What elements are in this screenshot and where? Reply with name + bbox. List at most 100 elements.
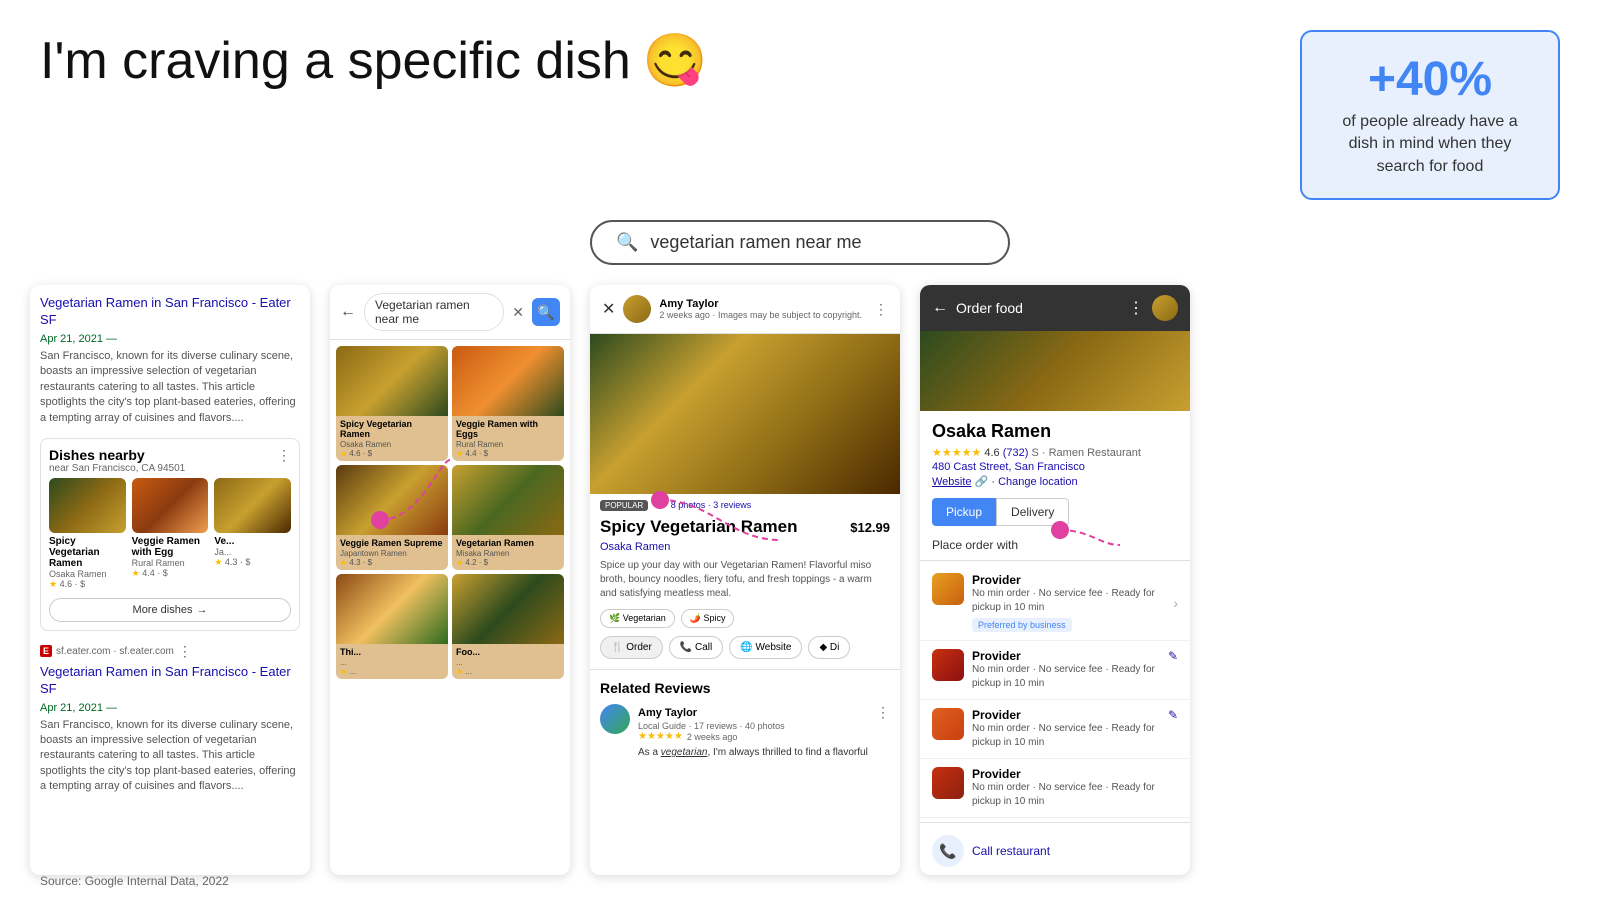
image-2 bbox=[452, 346, 564, 416]
dishes-location: near San Francisco, CA 94501 bbox=[49, 463, 185, 474]
clear-search-icon[interactable]: ✕ bbox=[512, 304, 524, 321]
provider-name-3: Provider bbox=[972, 708, 1160, 722]
dish-card-3[interactable]: Ve... Ja... ★ 4.3 · $ bbox=[214, 478, 291, 590]
eater-menu-icon[interactable]: ⋮ bbox=[178, 643, 192, 660]
article-1-date: Apr 21, 2021 — bbox=[40, 333, 300, 345]
website-button[interactable]: 🌐 Website bbox=[729, 636, 802, 659]
dish-name-1: Spicy Vegetarian Ramen bbox=[49, 536, 126, 569]
img-sub-1: Osaka Ramen bbox=[336, 440, 448, 449]
article-2-date: Apr 21, 2021 — bbox=[40, 702, 300, 714]
reviewer-avatar bbox=[600, 704, 630, 734]
search-query-text: vegetarian ramen near me bbox=[650, 232, 861, 253]
search-button-blue[interactable]: 🔍 bbox=[532, 298, 560, 326]
poster-name: Amy Taylor bbox=[659, 298, 866, 310]
panel-3-header: ✕ Amy Taylor 2 weeks ago · Images may be… bbox=[590, 285, 900, 334]
search-bar[interactable]: 🔍 vegetarian ramen near me bbox=[590, 220, 1010, 265]
img-sub-6: ... bbox=[452, 658, 564, 667]
dishes-menu-icon[interactable]: ⋮ bbox=[277, 447, 291, 464]
user-avatar-order bbox=[1152, 295, 1178, 321]
restaurant-info-section: Osaka Ramen ★★★★★ 4.6 (732) S · Ramen Re… bbox=[920, 411, 1190, 498]
provider-name-1: Provider bbox=[972, 573, 1165, 587]
title-text: I'm craving a specific dish bbox=[40, 31, 631, 91]
provider-details-2: No min order · No service fee · Ready fo… bbox=[972, 663, 1160, 691]
more-dishes-arrow-icon: → bbox=[196, 604, 207, 616]
reviewer-text: As a vegetarian, I'm always thrilled to … bbox=[638, 746, 890, 760]
change-location-link[interactable]: Change location bbox=[998, 476, 1078, 488]
restaurant-address[interactable]: 480 Cast Street, San Francisco bbox=[932, 461, 1178, 473]
dish-restaurant-1: Osaka Ramen bbox=[49, 569, 126, 579]
related-reviews-title: Related Reviews bbox=[600, 680, 890, 696]
provider-edit-icon-3[interactable]: ✎ bbox=[1168, 708, 1178, 722]
restaurant-hero-image bbox=[920, 331, 1190, 411]
call-restaurant-row[interactable]: 📞 Call restaurant bbox=[920, 827, 1190, 875]
tag-spicy[interactable]: 🌶️ Spicy bbox=[681, 609, 735, 628]
img-label-1: Spicy Vegetarian Ramen bbox=[336, 416, 448, 440]
article-1-title[interactable]: Vegetarian Ramen in San Francisco - Eate… bbox=[40, 295, 300, 329]
order-menu-icon[interactable]: ⋮ bbox=[1128, 298, 1144, 318]
image-card-3[interactable]: Veggie Ramen Supreme Japantown Ramen ★ 4… bbox=[336, 465, 448, 570]
pickup-tab[interactable]: Pickup bbox=[932, 498, 996, 526]
provider-logo-1 bbox=[932, 573, 964, 605]
order-button[interactable]: 🍴 Order bbox=[600, 636, 663, 659]
dish-description: Spice up your day with our Vegetarian Ra… bbox=[590, 559, 900, 609]
img-rating-1: ★ 4.6 · $ bbox=[336, 449, 448, 461]
order-panel-title: Order food bbox=[956, 300, 1120, 316]
img-label-6: Foo... bbox=[452, 644, 564, 658]
image-1 bbox=[336, 346, 448, 416]
panel-image-search: ← Vegetarian ramen near me ✕ 🔍 Spicy Veg… bbox=[330, 285, 570, 875]
rating-count[interactable]: (732) bbox=[1003, 447, 1029, 459]
image-card-4[interactable]: Vegetarian Ramen Misaka Ramen ★ 4.2 · $ bbox=[452, 465, 564, 570]
provider-details-1: No min order · No service fee · Ready fo… bbox=[972, 587, 1165, 615]
dish-card-1[interactable]: Spicy Vegetarian Ramen Osaka Ramen ★ 4.6… bbox=[49, 478, 126, 590]
image-card-1[interactable]: Spicy Vegetarian Ramen Osaka Ramen ★ 4.6… bbox=[336, 346, 448, 461]
provider-row-1[interactable]: Provider No min order · No service fee ·… bbox=[920, 565, 1190, 641]
back-arrow-icon[interactable]: ← bbox=[340, 303, 356, 321]
eater-source-url: sf.eater.com · sf.eater.com bbox=[56, 646, 174, 657]
img-label-5: Thi... bbox=[336, 644, 448, 658]
panel-search-results: Vegetarian Ramen in San Francisco - Eate… bbox=[30, 285, 310, 875]
image-6 bbox=[452, 574, 564, 644]
photos-reviews[interactable]: 8 photos · 3 reviews bbox=[671, 500, 752, 510]
img-sub-5: ... bbox=[336, 658, 448, 667]
panel-2-search-display[interactable]: Vegetarian ramen near me bbox=[364, 293, 504, 331]
provider-row-2[interactable]: Provider No min order · No service fee ·… bbox=[920, 641, 1190, 700]
content-area: Vegetarian Ramen in San Francisco - Eate… bbox=[0, 285, 1600, 875]
dish-image-2 bbox=[132, 478, 209, 533]
search-icon: 🔍 bbox=[616, 232, 638, 253]
poster-avatar bbox=[623, 295, 651, 323]
close-detail-icon[interactable]: ✕ bbox=[602, 299, 615, 319]
delivery-tab[interactable]: Delivery bbox=[996, 498, 1069, 526]
provider-logo-2 bbox=[932, 649, 964, 681]
call-button-detail[interactable]: 📞 Call bbox=[669, 636, 723, 659]
website-link[interactable]: Website bbox=[932, 476, 972, 488]
reviewer-menu-icon[interactable]: ⋮ bbox=[876, 704, 890, 721]
more-dishes-button[interactable]: More dishes → bbox=[49, 598, 291, 622]
image-card-6[interactable]: Foo... ... ★ ... bbox=[452, 574, 564, 679]
dish-detail-restaurant[interactable]: Osaka Ramen bbox=[590, 541, 900, 559]
provider-row-3[interactable]: Provider No min order · No service fee ·… bbox=[920, 700, 1190, 759]
dish-image-1 bbox=[49, 478, 126, 533]
reviewer-local-guide: Local Guide · 17 reviews · 40 photos bbox=[638, 721, 890, 731]
back-arrow-order-icon[interactable]: ← bbox=[932, 299, 948, 317]
article-1-text: San Francisco, known for its diverse cul… bbox=[40, 349, 300, 426]
provider-edit-icon-2[interactable]: ✎ bbox=[1168, 649, 1178, 663]
stat-box: +40% of people already have a dish in mi… bbox=[1300, 30, 1560, 200]
stat-text: of people already have a dish in mind wh… bbox=[1326, 111, 1534, 178]
article-2-title[interactable]: Vegetarian Ramen in San Francisco - Eate… bbox=[40, 664, 300, 698]
tag-vegetarian[interactable]: 🌿 Vegetarian bbox=[600, 609, 675, 628]
eater-logo: E bbox=[40, 645, 52, 657]
dish-detail-price: $12.99 bbox=[850, 520, 890, 535]
image-card-5[interactable]: Thi... ... ★ ... bbox=[336, 574, 448, 679]
dish-restaurant-2: Rural Ramen bbox=[132, 558, 209, 568]
image-card-2[interactable]: Veggie Ramen with Eggs Rural Ramen ★ 4.4… bbox=[452, 346, 564, 461]
rating-value: 4.6 bbox=[984, 447, 999, 459]
source-text: Source: Google Internal Data, 2022 bbox=[40, 874, 229, 888]
image-grid: Spicy Vegetarian Ramen Osaka Ramen ★ 4.6… bbox=[330, 340, 570, 685]
provider-details-3: No min order · No service fee · Ready fo… bbox=[972, 722, 1160, 750]
img-sub-2: Rural Ramen bbox=[452, 440, 564, 449]
panel-order-food: ← Order food ⋮ Osaka Ramen ★★★★★ 4.6 (73… bbox=[920, 285, 1190, 875]
dish-card-2[interactable]: Veggie Ramen with Egg Rural Ramen ★ 4.4 … bbox=[132, 478, 209, 590]
provider-row-4[interactable]: Provider No min order · No service fee ·… bbox=[920, 759, 1190, 818]
more-button[interactable]: ◆ Di bbox=[808, 636, 850, 659]
detail-menu-icon[interactable]: ⋮ bbox=[874, 301, 888, 318]
